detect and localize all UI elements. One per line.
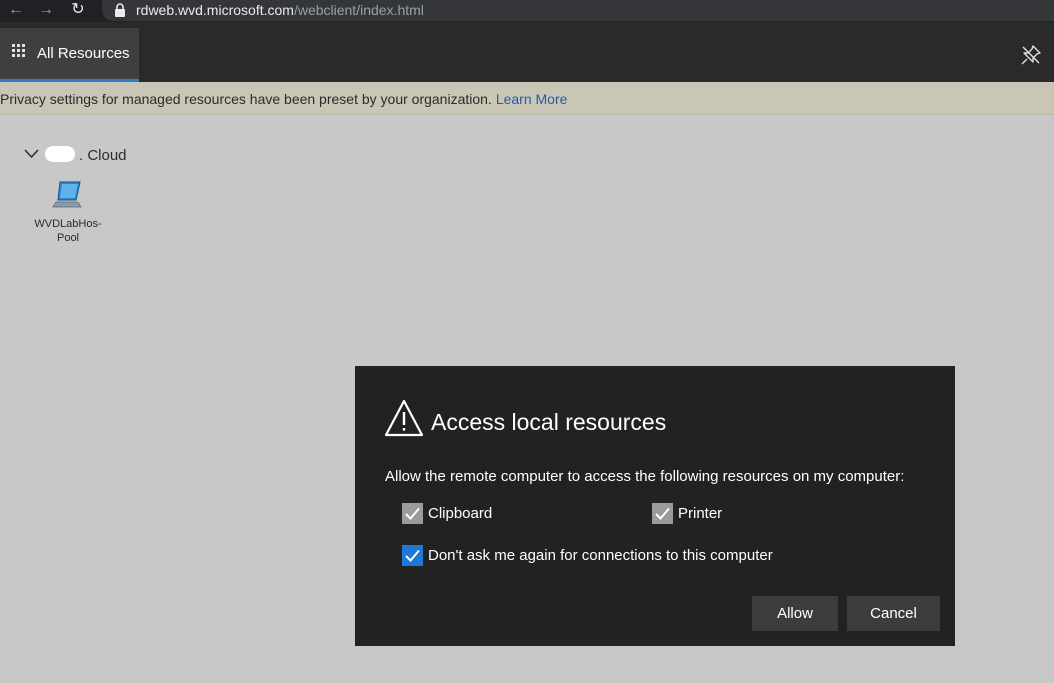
printer-option[interactable]: Printer: [652, 503, 802, 525]
back-arrow-icon[interactable]: ←: [6, 0, 26, 20]
tab-label: All Resources: [37, 45, 130, 62]
unpin-icon[interactable]: [1020, 44, 1042, 66]
allow-button[interactable]: Allow: [752, 596, 838, 631]
clipboard-checkbox[interactable]: [402, 503, 423, 524]
forward-arrow-icon[interactable]: →: [36, 0, 56, 20]
printer-checkbox[interactable]: [652, 503, 673, 524]
learn-more-link[interactable]: Learn More: [496, 91, 568, 107]
lock-icon: [115, 3, 125, 17]
dont-ask-checkbox[interactable]: [402, 545, 423, 566]
clipboard-label: Clipboard: [428, 505, 493, 522]
tab-all-resources[interactable]: All Resources: [0, 28, 139, 82]
resource-tile[interactable]: WVDLabHos-Pool: [28, 178, 108, 250]
url-path: /webclient/index.html: [293, 2, 424, 18]
reload-icon[interactable]: ↻: [68, 0, 88, 20]
pc-icon: [52, 181, 82, 208]
checkmark-icon: [405, 507, 420, 520]
printer-label: Printer: [678, 505, 723, 522]
checkmark-icon: [405, 549, 420, 562]
dialog-description: Allow the remote computer to access the …: [385, 468, 905, 485]
browser-toolbar: ← → ↻ rdweb.wvd.microsoft.com/webclient/…: [0, 0, 1054, 22]
chevron-down-icon[interactable]: [24, 149, 39, 159]
banner-message: Privacy settings for managed resources h…: [0, 91, 492, 107]
app-header: All Resources: [0, 22, 1054, 82]
dont-ask-label: Don't ask me again for connections to th…: [428, 547, 773, 564]
clipboard-option[interactable]: Clipboard: [402, 503, 602, 525]
dont-ask-option[interactable]: Don't ask me again for connections to th…: [402, 545, 852, 567]
app-grid-icon: [12, 44, 25, 57]
dialog-title: Access local resources: [431, 409, 667, 435]
address-bar[interactable]: rdweb.wvd.microsoft.com/webclient/index.…: [102, 0, 1054, 21]
resource-label: WVDLabHos-Pool: [34, 218, 102, 244]
redacted-name: [45, 146, 75, 162]
privacy-banner: Privacy settings for managed resources h…: [0, 82, 1054, 115]
access-local-resources-dialog: Access local resources Allow the remote …: [355, 366, 955, 646]
folder-label[interactable]: . Cloud: [79, 147, 127, 164]
checkmark-icon: [655, 507, 670, 520]
warning-icon: [384, 399, 424, 437]
url-host: rdweb.wvd.microsoft.com: [136, 2, 294, 18]
cancel-button[interactable]: Cancel: [847, 596, 940, 631]
url-text: rdweb.wvd.microsoft.com/webclient/index.…: [136, 2, 424, 19]
banner-text: Privacy settings for managed resources h…: [0, 91, 567, 107]
